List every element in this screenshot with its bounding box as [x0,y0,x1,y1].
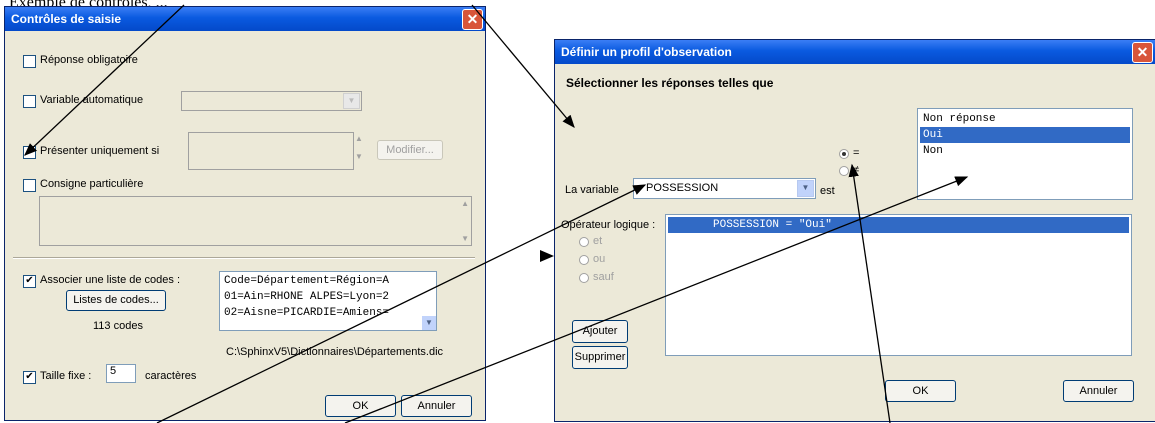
annotation-arrows [24,4,969,423]
annotation-arrow-variable-section [471,4,575,128]
pointer-arrowhead [540,250,554,262]
annotation-arrow-variable-select [156,184,647,423]
annotation-arrow-operator [848,163,891,423]
annotation-arrow-presenter [24,4,185,156]
annotation-arrow-responses [344,176,969,423]
